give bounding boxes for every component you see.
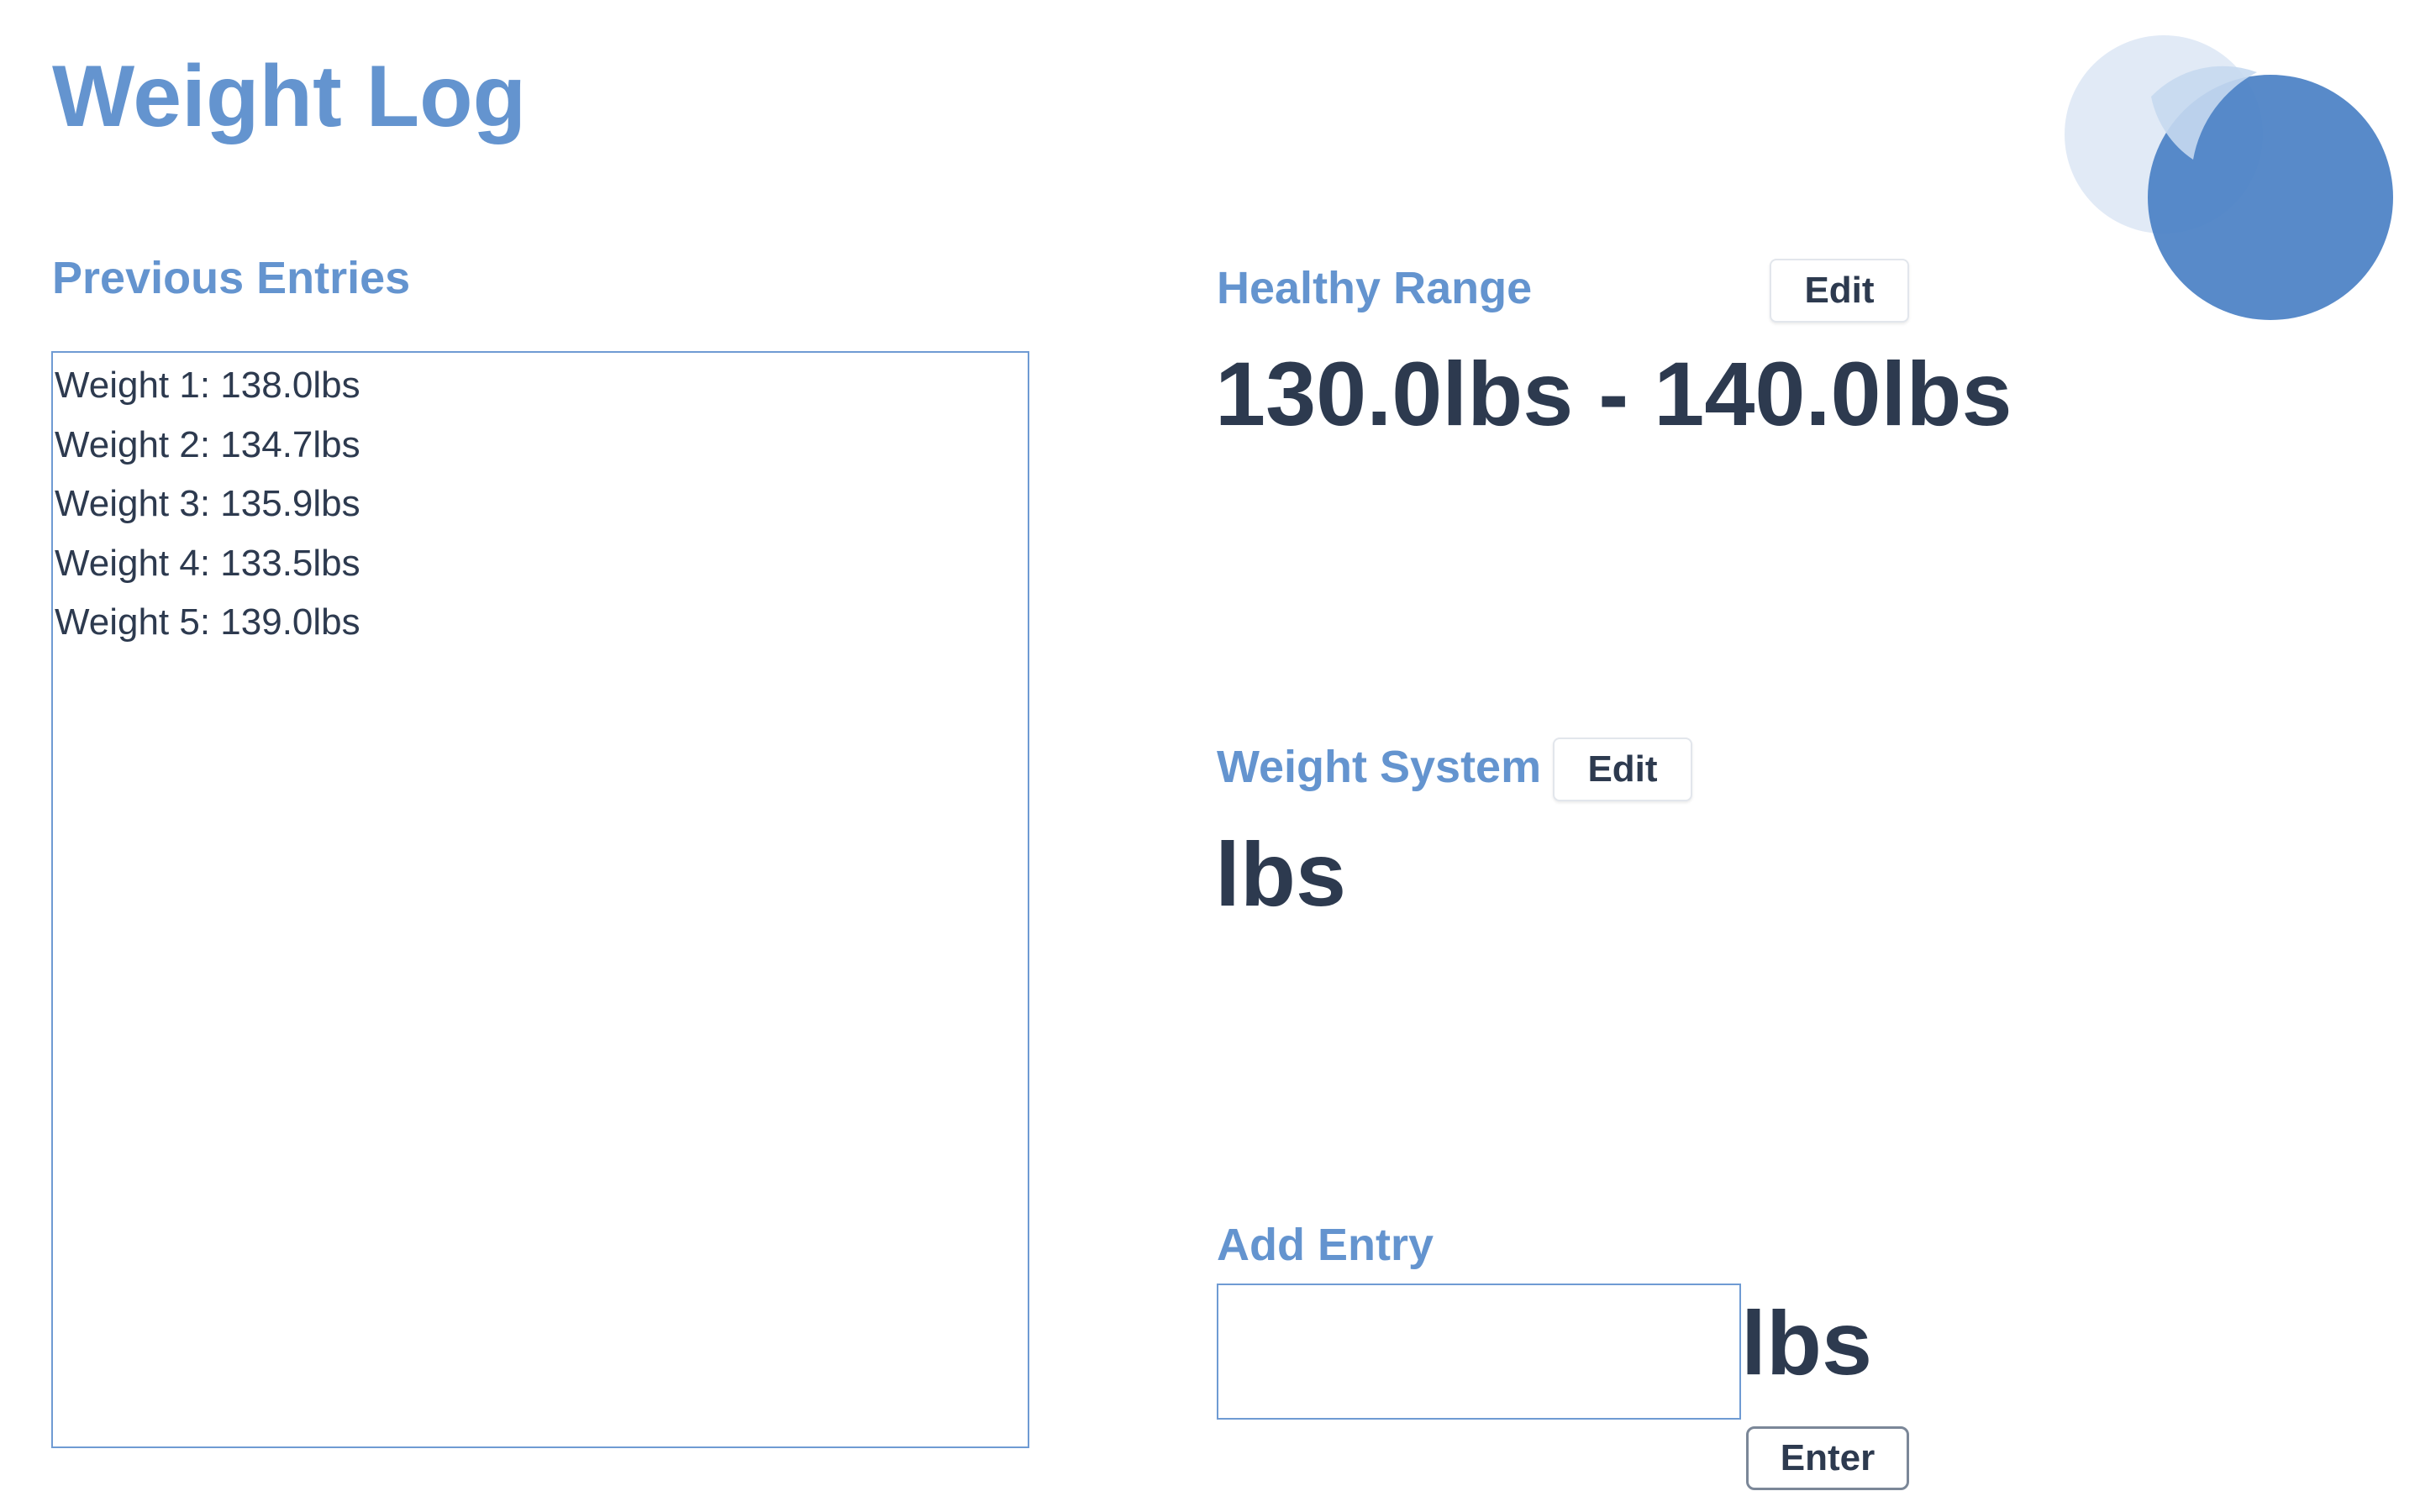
previous-entries-heading: Previous Entries [52, 253, 411, 303]
previous-entries-list[interactable]: Weight 1: 138.0lbs Weight 2: 134.7lbs We… [51, 351, 1029, 1448]
list-item[interactable]: Weight 1: 138.0lbs [53, 356, 1028, 416]
list-item[interactable]: Weight 2: 134.7lbs [53, 416, 1028, 475]
enter-button[interactable]: Enter [1746, 1426, 1909, 1490]
weight-entry-input[interactable] [1217, 1284, 1741, 1420]
weight-log-page: Weight Log Previous Entries Weight 1: 13… [0, 0, 2420, 1512]
weight-system-heading: Weight System [1217, 742, 1542, 792]
healthy-range-heading: Healthy Range [1217, 263, 1533, 313]
healthy-range-value: 130.0lbs - 140.0lbs [1215, 343, 2012, 444]
list-item[interactable]: Weight 4: 133.5lbs [53, 534, 1028, 594]
list-item[interactable]: Weight 3: 135.9lbs [53, 475, 1028, 534]
page-title: Weight Log [52, 48, 527, 145]
list-item[interactable]: Weight 5: 139.0lbs [53, 593, 1028, 653]
edit-healthy-range-button[interactable]: Edit [1770, 259, 1909, 323]
add-entry-heading: Add Entry [1217, 1220, 1434, 1270]
weight-system-value: lbs [1215, 823, 1347, 925]
watercolor-circles-decoration [2065, 35, 2393, 320]
edit-weight-system-button[interactable]: Edit [1553, 738, 1692, 801]
entry-unit-label: lbs [1741, 1292, 1873, 1394]
